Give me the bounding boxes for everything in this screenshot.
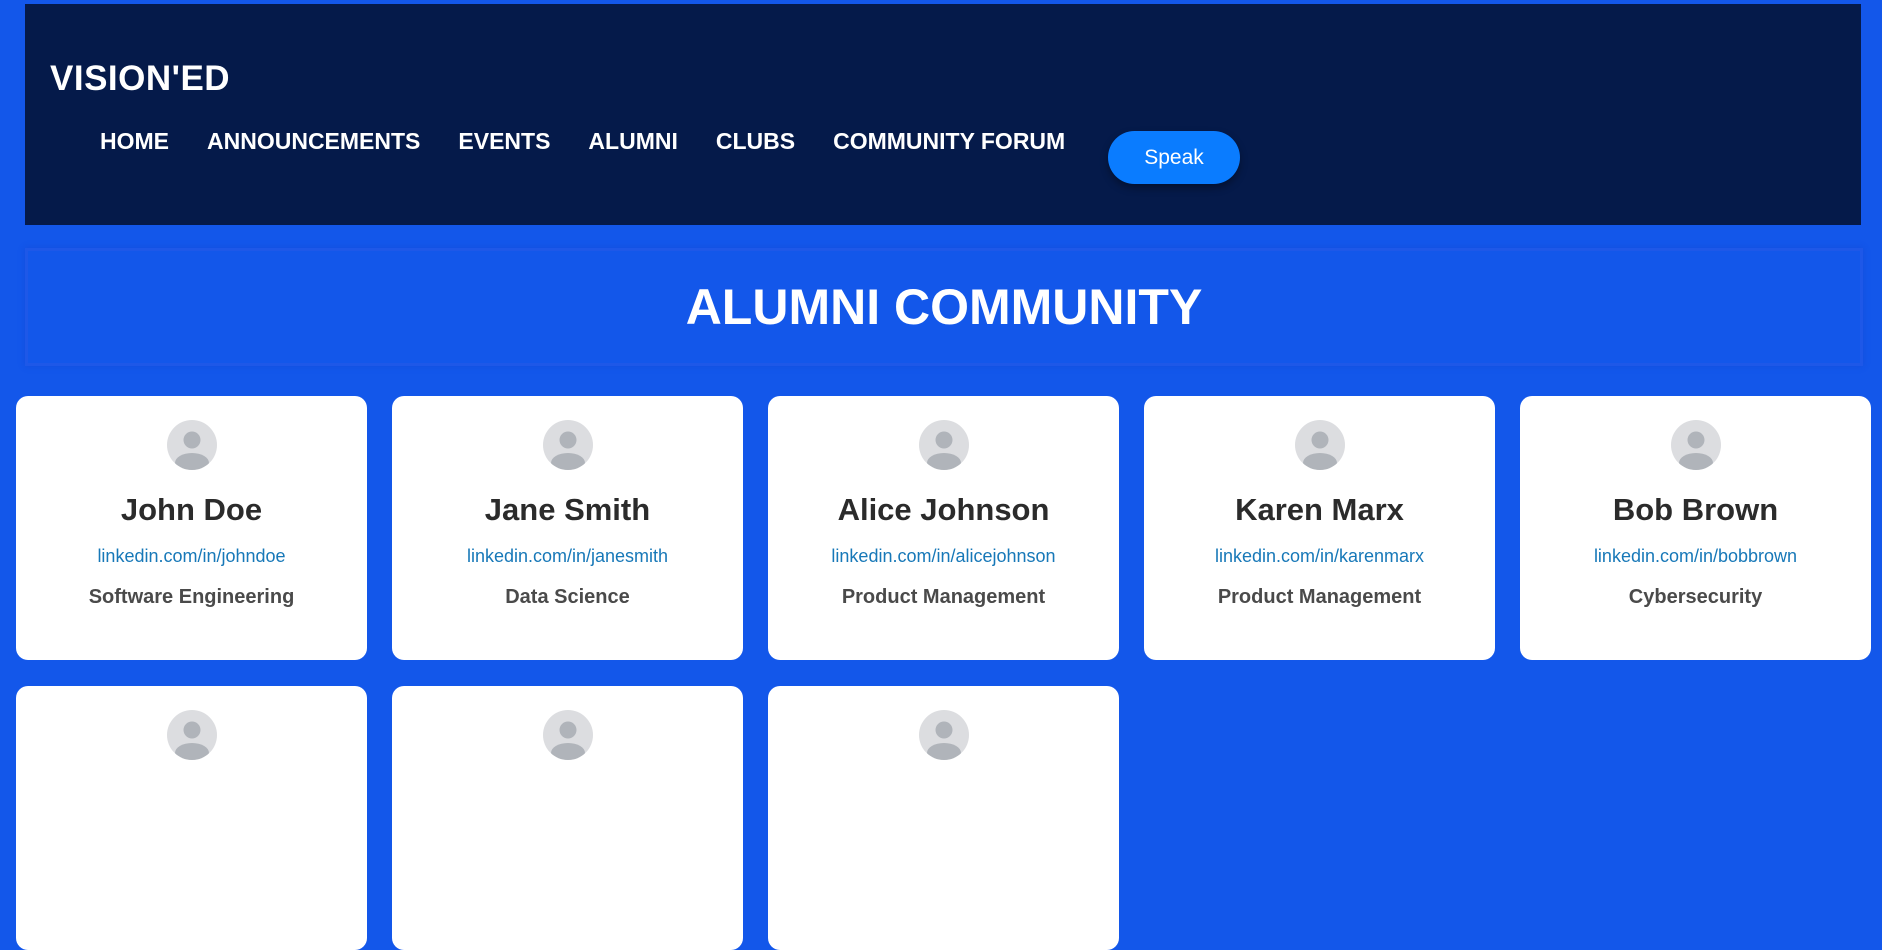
- nav-events[interactable]: EVENTS: [458, 128, 550, 155]
- alumni-field: Data Science: [505, 586, 630, 608]
- alumni-name: Alice Johnson: [837, 492, 1050, 527]
- user-avatar-icon: [918, 420, 969, 470]
- user-avatar-icon: [166, 710, 217, 760]
- nav-announcements[interactable]: ANNOUNCEMENTS: [207, 128, 420, 155]
- alumni-name: Karen Marx: [1235, 492, 1404, 527]
- alumni-field: Software Engineering: [88, 586, 295, 608]
- alumni-name: John Doe: [120, 492, 263, 527]
- alumni-name: Bob Brown: [1612, 492, 1779, 527]
- user-avatar-icon: [1294, 420, 1345, 470]
- user-avatar-icon: [542, 710, 593, 760]
- alumni-linkedin-link[interactable]: linkedin.com/in/karenmarx: [1215, 546, 1424, 567]
- user-avatar-icon: [166, 420, 217, 470]
- alumni-field: Product Management: [841, 586, 1046, 608]
- alumni-card: John Doe linkedin.com/in/johndoe Softwar…: [16, 396, 367, 660]
- alumni-card: Jane Smith linkedin.com/in/janesmith Dat…: [392, 396, 743, 660]
- user-avatar-icon: [542, 420, 593, 470]
- alumni-card: Bob Brown linkedin.com/in/bobbrown Cyber…: [1520, 396, 1871, 660]
- speak-button[interactable]: Speak: [1108, 131, 1240, 184]
- nav-home[interactable]: HOME: [100, 128, 169, 155]
- user-avatar-icon: [918, 710, 969, 760]
- alumni-card: [768, 686, 1119, 950]
- alumni-field: Product Management: [1217, 586, 1422, 608]
- nav-clubs[interactable]: CLUBS: [716, 128, 795, 155]
- alumni-card: Alice Johnson linkedin.com/in/alicejohns…: [768, 396, 1119, 660]
- nav-community-forum[interactable]: COMMUNITY FORUM: [833, 128, 1065, 155]
- alumni-card: [16, 686, 367, 950]
- site-logo[interactable]: VISION'ED: [50, 59, 230, 99]
- nav-alumni[interactable]: ALUMNI: [588, 128, 677, 155]
- alumni-name: Jane Smith: [484, 492, 651, 527]
- page-title: ALUMNI COMMUNITY: [685, 279, 1203, 335]
- site-header: VISION'ED HOME ANNOUNCEMENTS EVENTS ALUM…: [25, 4, 1861, 225]
- alumni-linkedin-link[interactable]: linkedin.com/in/janesmith: [467, 546, 668, 567]
- alumni-card: [392, 686, 743, 950]
- user-avatar-icon: [1670, 420, 1721, 470]
- alumni-linkedin-link[interactable]: linkedin.com/in/alicejohnson: [831, 546, 1055, 567]
- main-nav: HOME ANNOUNCEMENTS EVENTS ALUMNI CLUBS C…: [100, 128, 1103, 155]
- page-title-banner: ALUMNI COMMUNITY: [25, 248, 1863, 366]
- alumni-grid: John Doe linkedin.com/in/johndoe Softwar…: [16, 396, 1872, 950]
- alumni-field: Cybersecurity: [1628, 586, 1763, 608]
- alumni-linkedin-link[interactable]: linkedin.com/in/johndoe: [97, 546, 285, 567]
- alumni-card: Karen Marx linkedin.com/in/karenmarx Pro…: [1144, 396, 1495, 660]
- alumni-linkedin-link[interactable]: linkedin.com/in/bobbrown: [1594, 546, 1797, 567]
